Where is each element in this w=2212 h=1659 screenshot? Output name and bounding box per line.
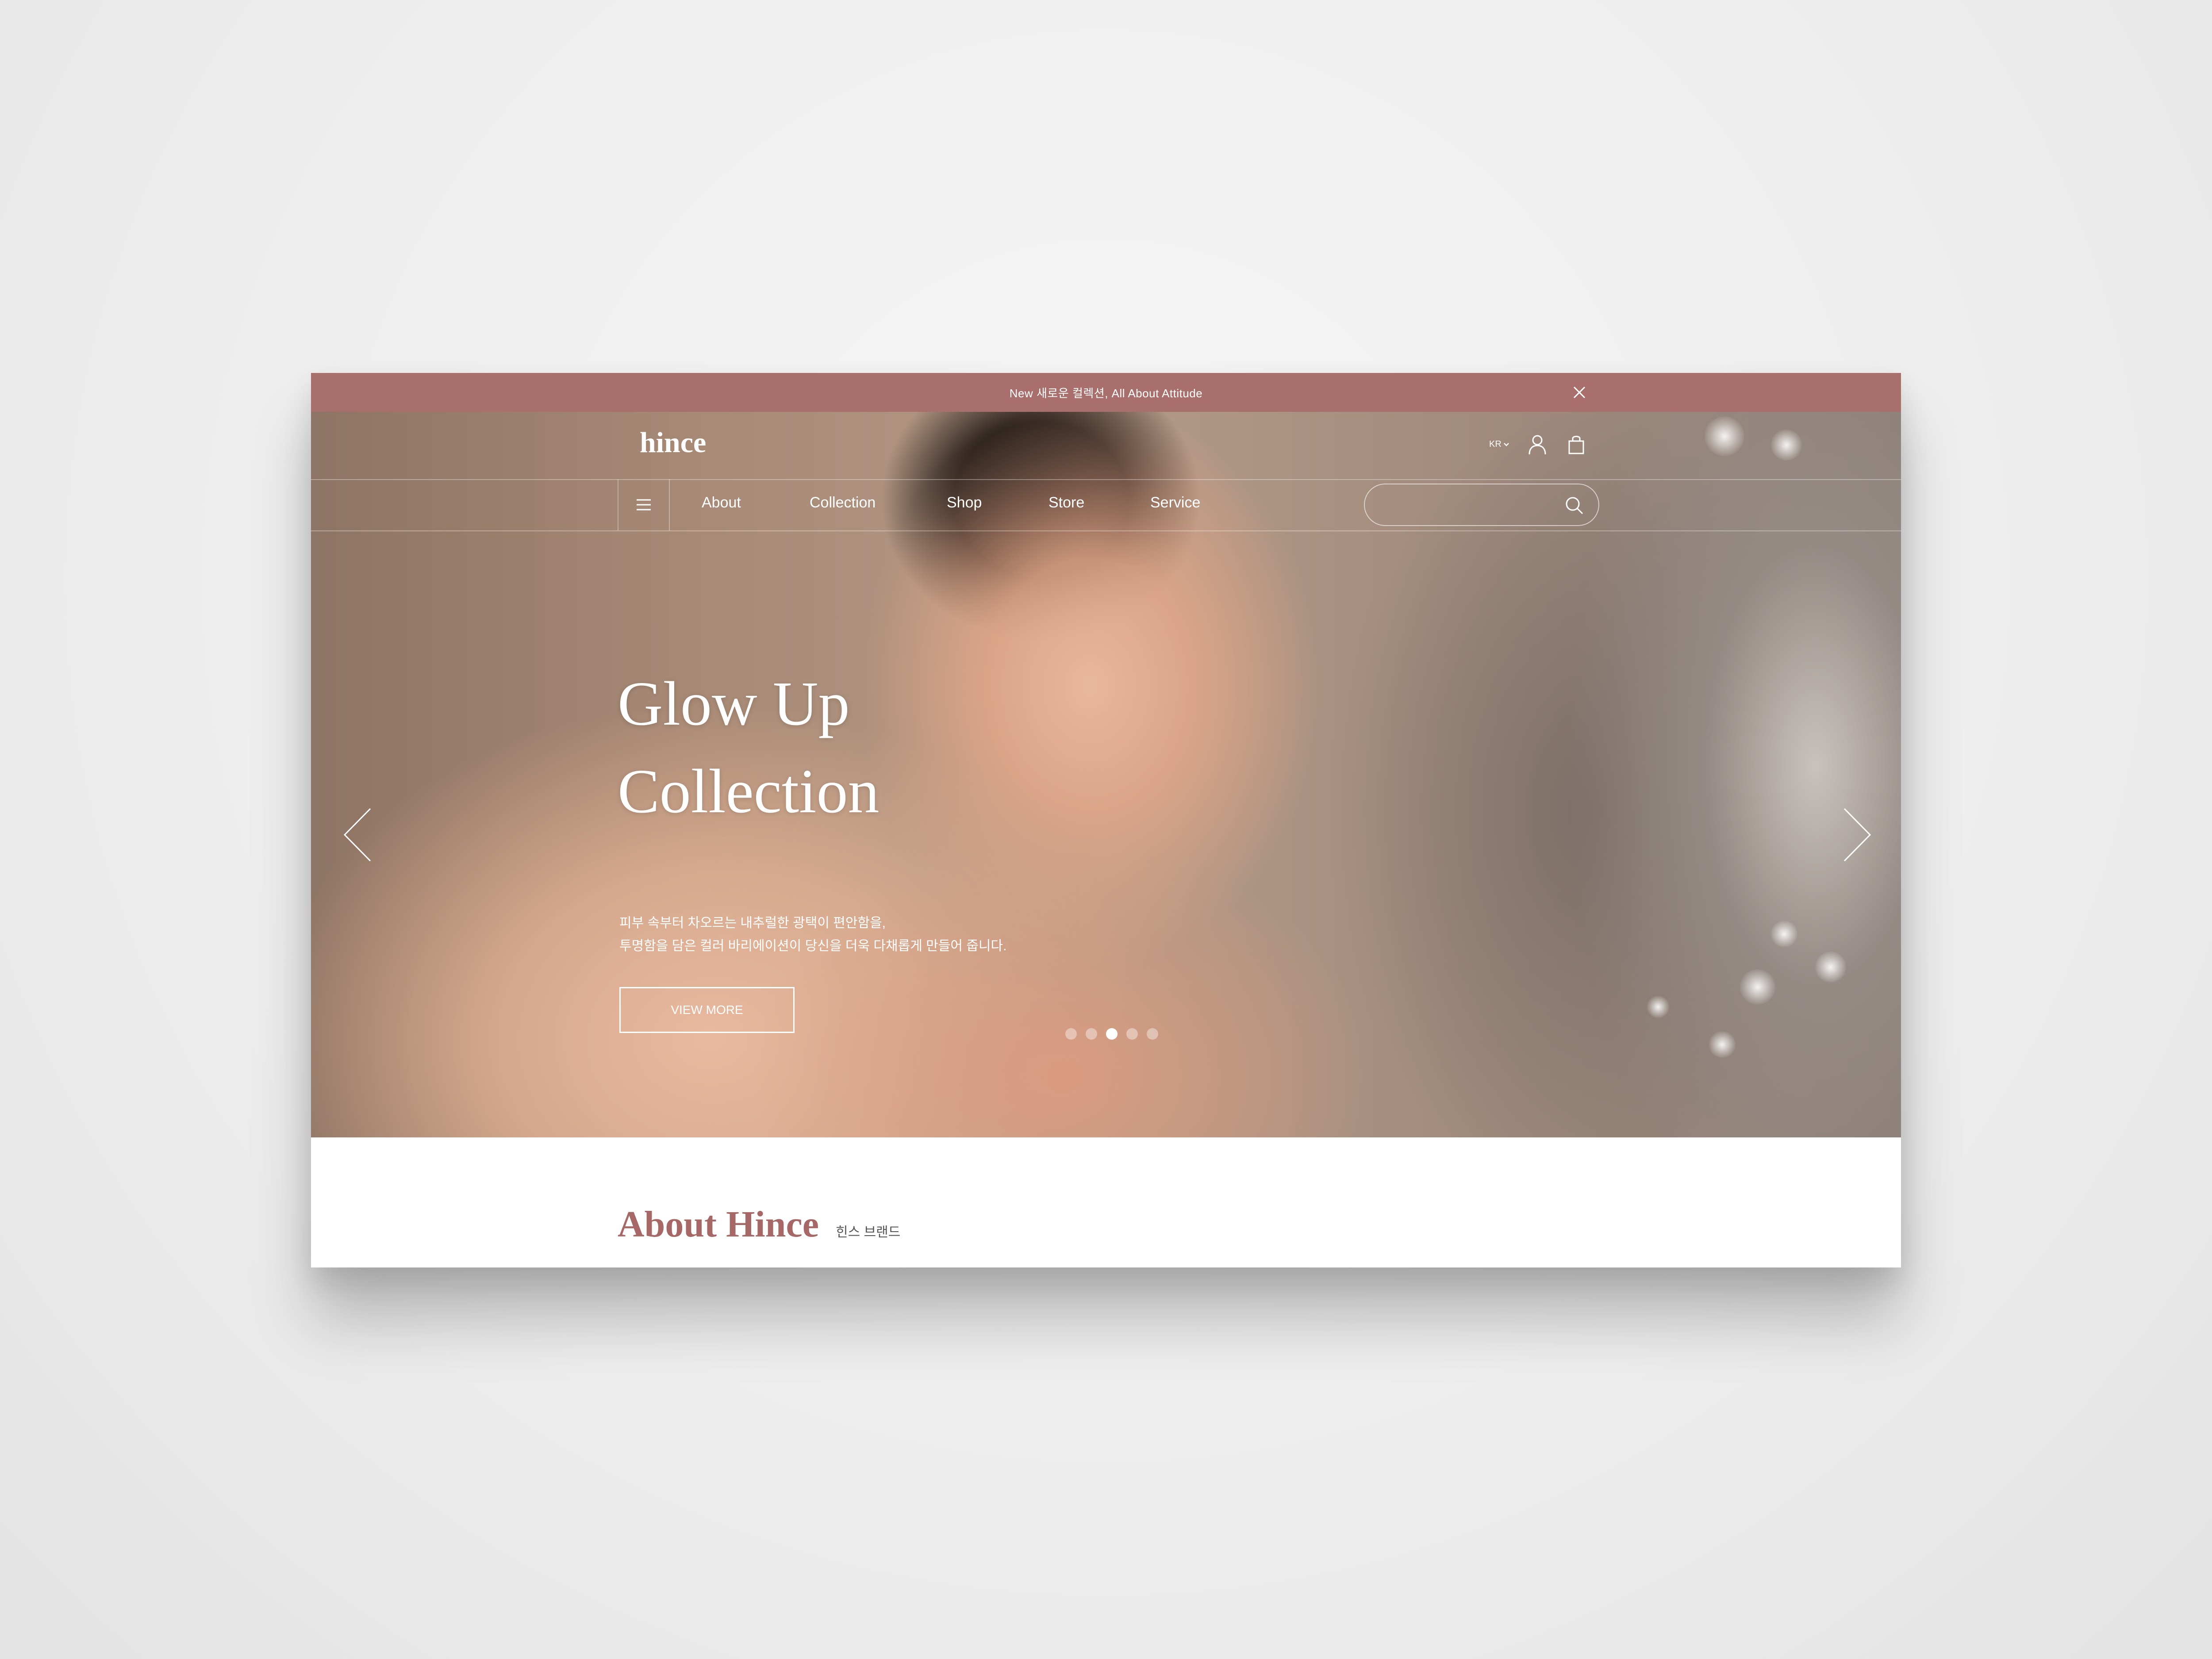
bokeh-light — [1815, 952, 1846, 983]
bokeh-light — [1740, 969, 1775, 1005]
arrow-left-icon[interactable] — [342, 807, 373, 863]
slider-dot[interactable] — [1065, 1028, 1077, 1040]
hero-description: 피부 속부터 차오르는 내추럴한 광택이 편안함을, 투명함을 담은 컬러 바리… — [619, 912, 1006, 958]
slider-dot[interactable] — [1106, 1028, 1118, 1040]
about-section: About Hince 힌스 브랜드 — [618, 1203, 900, 1246]
nav-collection[interactable]: Collection — [810, 494, 876, 511]
bokeh-light — [1771, 921, 1797, 947]
bokeh-light — [1647, 996, 1669, 1018]
hero-description-line: 피부 속부터 차오르는 내추럴한 광택이 편안함을, — [619, 916, 886, 930]
hero-title-line: Collection — [618, 756, 879, 826]
slider-dot[interactable] — [1147, 1028, 1158, 1040]
arrow-right-icon[interactable] — [1842, 807, 1873, 863]
hero-banner: hince KR About Collection Shop Store Ser… — [311, 412, 1901, 1137]
search-input[interactable] — [1378, 493, 1557, 517]
nav-service[interactable]: Service — [1150, 494, 1200, 511]
slider-dot[interactable] — [1086, 1028, 1097, 1040]
about-title: About Hince — [618, 1204, 819, 1245]
nav-store[interactable]: Store — [1048, 494, 1084, 511]
shopping-bag-icon[interactable] — [1567, 434, 1585, 455]
slider-dot[interactable] — [1126, 1028, 1138, 1040]
search-icon[interactable] — [1564, 495, 1585, 516]
header-divider — [311, 479, 1901, 480]
browser-page: New 새로운 컬렉션, All About Attitude hince KR — [311, 373, 1901, 1267]
slider-pagination — [1065, 1028, 1158, 1040]
nav-about[interactable]: About — [702, 494, 741, 511]
menu-icon — [637, 499, 651, 511]
about-subtitle: 힌스 브랜드 — [836, 1225, 901, 1240]
search-box — [1364, 484, 1599, 526]
language-selector[interactable]: KR — [1489, 439, 1509, 449]
bokeh-light — [1709, 1031, 1736, 1058]
menu-button[interactable] — [618, 479, 670, 530]
hero-title: Glow Up Collection — [618, 660, 879, 835]
announcement-bar: New 새로운 컬렉션, All About Attitude — [311, 373, 1901, 412]
nav-divider — [311, 530, 1901, 531]
announcement-text: New 새로운 컬렉션, All About Attitude — [1009, 386, 1203, 400]
site-header: hince KR About Collection Shop Store Ser… — [311, 412, 1901, 531]
nav-shop[interactable]: Shop — [947, 494, 982, 511]
close-icon[interactable] — [1570, 383, 1589, 402]
view-more-button[interactable]: VIEW MORE — [619, 987, 795, 1033]
hero-title-line: Glow Up — [618, 668, 850, 738]
user-icon[interactable] — [1528, 434, 1547, 455]
hero-description-line: 투명함을 담은 컬러 바리에이션이 당신을 더욱 다채롭게 만들어 줍니다. — [619, 939, 1007, 953]
logo[interactable]: hince — [640, 426, 706, 460]
language-label: KR — [1489, 439, 1502, 449]
chevron-down-icon — [1503, 442, 1509, 446]
